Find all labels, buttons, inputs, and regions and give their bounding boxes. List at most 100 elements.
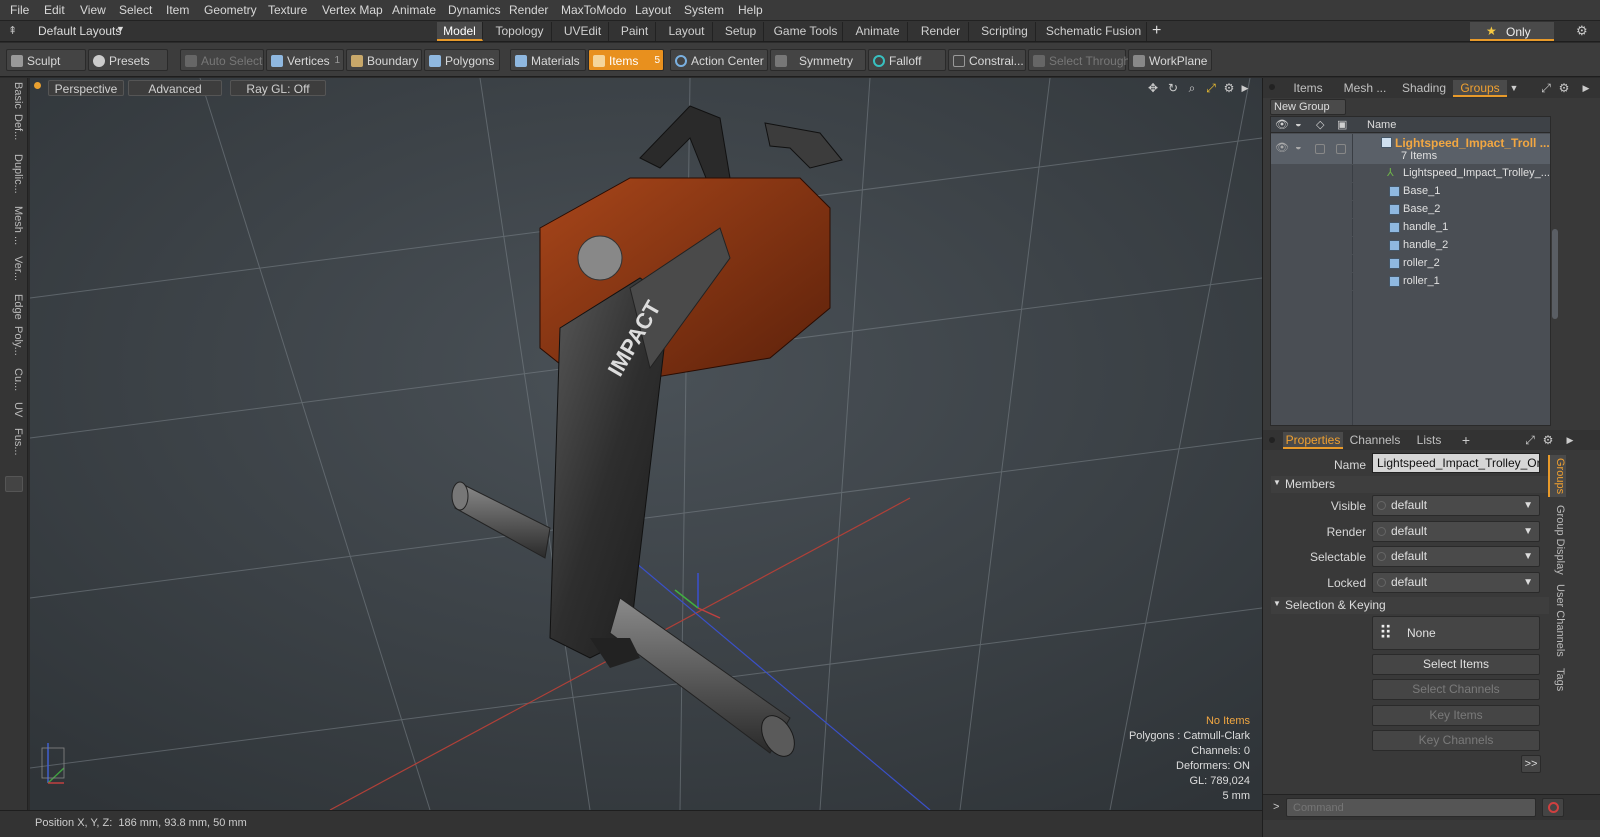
- tab-shading[interactable]: Shading: [1397, 80, 1451, 97]
- gear-icon[interactable]: ⚙: [1576, 23, 1588, 39]
- menu-maxtomodo[interactable]: MaxToModo: [561, 3, 626, 17]
- side-tab-tags[interactable]: Tags: [1548, 663, 1566, 697]
- tab-properties[interactable]: Properties: [1283, 432, 1343, 449]
- raygl-button[interactable]: Ray GL: Off: [230, 80, 326, 96]
- menu-texture[interactable]: Texture: [268, 3, 307, 17]
- group-row[interactable]: 👁 ◒ Lightspeed_Impact_Troll ... 7 Items: [1271, 134, 1550, 164]
- select-items-button[interactable]: Select Items: [1372, 654, 1540, 675]
- tab-schematic-fusion[interactable]: Schematic Fusion: [1041, 22, 1147, 41]
- visibility-eye-icon[interactable]: 👁: [1275, 118, 1289, 131]
- action-center-button[interactable]: Action Center: [670, 49, 768, 71]
- side-tab-groups[interactable]: Groups: [1548, 455, 1566, 497]
- list-item[interactable]: Base_1: [1271, 183, 1550, 200]
- tab-items[interactable]: Items: [1283, 80, 1333, 97]
- left-tab-mesh[interactable]: Mesh ...: [4, 206, 24, 252]
- menu-geometry[interactable]: Geometry: [204, 3, 257, 17]
- menu-item[interactable]: Item: [166, 3, 189, 17]
- side-tab-group-display[interactable]: Group Display: [1548, 503, 1566, 577]
- selectable-dropdown[interactable]: default ▼: [1372, 546, 1540, 567]
- name-column-header[interactable]: Name: [1367, 119, 1396, 131]
- symmetry-button[interactable]: Symmetry: [770, 49, 866, 71]
- list-item[interactable]: roller_1: [1271, 273, 1550, 290]
- select-through-button[interactable]: Select Through: [1028, 49, 1130, 71]
- tab-uvedit[interactable]: UVEdit: [557, 22, 609, 41]
- left-tab-curve[interactable]: Cu...: [4, 368, 24, 398]
- layout-selector[interactable]: Default Layouts: [38, 24, 121, 38]
- command-input[interactable]: [1286, 798, 1536, 817]
- menu-edit[interactable]: Edit: [44, 3, 65, 17]
- tab-setup[interactable]: Setup: [718, 22, 764, 41]
- tab-animate[interactable]: Animate: [848, 22, 908, 41]
- chevron-down-icon[interactable]: ▼: [116, 24, 125, 34]
- vertices-button[interactable]: Vertices 1: [266, 49, 344, 71]
- falloff-button[interactable]: Falloff: [868, 49, 946, 71]
- tab-layout[interactable]: Layout: [661, 22, 713, 41]
- list-item[interactable]: Base_2: [1271, 201, 1550, 218]
- sculpt-button[interactable]: Sculpt: [6, 49, 86, 71]
- left-tab-edge[interactable]: Edge: [4, 294, 24, 322]
- left-tab-polygon[interactable]: Poly...: [4, 326, 24, 364]
- group-visibility-icon[interactable]: 👁: [1275, 141, 1289, 154]
- menu-render[interactable]: Render: [509, 3, 548, 17]
- add-tab-icon[interactable]: +: [1459, 433, 1473, 447]
- selection-keying-section[interactable]: ▼ Selection & Keying: [1271, 597, 1549, 614]
- more-button[interactable]: >>: [1521, 755, 1541, 773]
- panel-maximize-icon[interactable]: ⤢: [1539, 81, 1553, 95]
- collapse-icon[interactable]: ⇞: [8, 24, 17, 37]
- tab-lists[interactable]: Lists: [1407, 432, 1451, 449]
- menu-layout[interactable]: Layout: [635, 3, 671, 17]
- left-tab-fusion[interactable]: Fus...: [4, 428, 24, 464]
- render-icon[interactable]: ◒: [1295, 118, 1302, 130]
- workplane-button[interactable]: WorkPlane: [1128, 49, 1212, 71]
- group-render-icon[interactable]: ◒: [1295, 141, 1302, 153]
- tab-model[interactable]: Model: [437, 22, 483, 41]
- group-selectable-checkbox[interactable]: [1315, 144, 1325, 154]
- left-tab-vertex[interactable]: Ver...: [4, 256, 24, 290]
- record-button[interactable]: [1542, 798, 1564, 817]
- tab-render[interactable]: Render: [913, 22, 969, 41]
- new-group-button[interactable]: New Group: [1270, 99, 1346, 115]
- select-channels-button[interactable]: Select Channels: [1372, 679, 1540, 700]
- left-tab-deform[interactable]: Def...: [4, 114, 24, 150]
- list-scrollbar[interactable]: [1552, 229, 1558, 319]
- menu-file[interactable]: File: [10, 3, 29, 17]
- list-item[interactable]: roller_2: [1271, 255, 1550, 272]
- key-items-button[interactable]: Key Items: [1372, 705, 1540, 726]
- pan-icon[interactable]: ✥: [1146, 81, 1160, 95]
- panel-tabs-dropdown-icon[interactable]: ▼: [1507, 81, 1521, 95]
- side-tab-user-channels[interactable]: User Channels: [1548, 583, 1566, 657]
- viewport-menu-arrow-icon[interactable]: ▶: [1238, 81, 1252, 95]
- viewport-settings-icon[interactable]: ⚙: [1222, 81, 1236, 95]
- menu-select[interactable]: Select: [119, 3, 152, 17]
- visible-dropdown[interactable]: default ▼: [1372, 495, 1540, 516]
- menu-animate[interactable]: Animate: [392, 3, 436, 17]
- members-section[interactable]: ▼ Members: [1271, 476, 1549, 493]
- rotate-icon[interactable]: ↻: [1166, 81, 1180, 95]
- items-button[interactable]: Items 5: [588, 49, 664, 71]
- add-tab-icon[interactable]: +: [1152, 22, 1161, 40]
- list-item[interactable]: handle_1: [1271, 219, 1550, 236]
- props-menu-icon[interactable]: ▶: [1563, 433, 1577, 447]
- key-channels-button[interactable]: Key Channels: [1372, 730, 1540, 751]
- tab-topology[interactable]: Topology: [488, 22, 552, 41]
- group-name-field[interactable]: [1372, 453, 1540, 473]
- left-tab-basic[interactable]: Basic: [4, 82, 24, 110]
- panel-menu-icon[interactable]: ▶: [1579, 81, 1593, 95]
- tab-channels[interactable]: Channels: [1347, 432, 1403, 449]
- tab-scripting[interactable]: Scripting: [974, 22, 1036, 41]
- none-preset-button[interactable]: ⠿ None: [1372, 616, 1540, 650]
- auto-select-button[interactable]: Auto Select: [180, 49, 264, 71]
- polygons-button[interactable]: Polygons: [424, 49, 500, 71]
- tab-paint[interactable]: Paint: [614, 22, 656, 41]
- maximize-icon[interactable]: ⤢: [1204, 81, 1218, 95]
- presets-button[interactable]: Presets: [88, 49, 168, 71]
- selectable-icon[interactable]: ◇: [1316, 118, 1324, 131]
- left-tab-duplicate[interactable]: Duplic...: [4, 154, 24, 202]
- left-tab-uv[interactable]: UV: [4, 402, 24, 424]
- lock-icon[interactable]: ▣: [1337, 118, 1347, 131]
- list-item[interactable]: handle_2: [1271, 237, 1550, 254]
- group-lock-checkbox[interactable]: [1336, 144, 1346, 154]
- zoom-icon[interactable]: ⌕: [1185, 81, 1199, 95]
- render-dropdown[interactable]: default ▼: [1372, 521, 1540, 542]
- locked-dropdown[interactable]: default ▼: [1372, 572, 1540, 593]
